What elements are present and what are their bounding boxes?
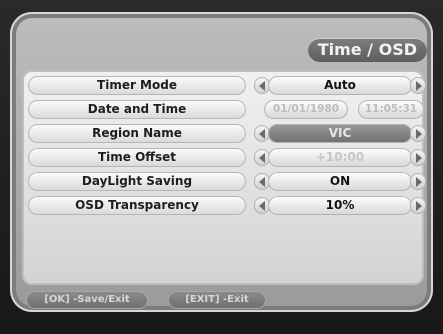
timer-mode-label: Timer Mode (28, 76, 246, 95)
osd-transparency-selector[interactable]: 10% (254, 196, 426, 215)
region-name-selector[interactable]: VIC (254, 124, 426, 143)
daylight-saving-label: DayLight Saving (28, 172, 246, 191)
time-offset-label: Time Offset (28, 148, 246, 167)
osd-transparency-label: OSD Transparency (28, 196, 246, 215)
region-name-row[interactable]: Region Name VIC (28, 124, 426, 143)
right-arrow-icon[interactable] (410, 77, 426, 94)
time-offset-value: +10:00 (268, 148, 412, 167)
region-name-label: Region Name (28, 124, 246, 143)
daylight-saving-value: ON (268, 172, 412, 191)
osd-transparency-row[interactable]: OSD Transparency 10% (28, 196, 426, 215)
daylight-saving-row[interactable]: DayLight Saving ON (28, 172, 426, 191)
right-arrow-icon[interactable] (410, 149, 426, 166)
exit-hint: [EXIT] -Exit (168, 291, 266, 309)
page-title: Time / OSD (307, 38, 427, 62)
daylight-saving-selector[interactable]: ON (254, 172, 426, 191)
timer-mode-row[interactable]: Timer Mode Auto (28, 76, 426, 95)
time-offset-row[interactable]: Time Offset +10:00 (28, 148, 426, 167)
timer-mode-value: Auto (268, 76, 412, 95)
date-time-split: 01/01/1980 11:05:31 (254, 100, 426, 119)
region-name-value: VIC (268, 124, 412, 143)
time-value: 11:05:31 (358, 100, 424, 119)
right-arrow-icon[interactable] (410, 197, 426, 214)
timer-mode-selector[interactable]: Auto (254, 76, 426, 95)
ok-save-exit-hint: [OK] -Save/Exit (26, 291, 148, 309)
osd-transparency-value: 10% (268, 196, 412, 215)
footer-hints: [OK] -Save/Exit [EXIT] -Exit (26, 291, 286, 309)
date-time-row[interactable]: Date and Time 01/01/1980 11:05:31 (28, 100, 426, 119)
date-time-label: Date and Time (28, 100, 246, 119)
date-time-values: 01/01/1980 11:05:31 (254, 100, 426, 119)
time-offset-selector[interactable]: +10:00 (254, 148, 426, 167)
right-arrow-icon[interactable] (410, 173, 426, 190)
tv-screen: Time / OSD Timer Mode Auto Date and Time… (0, 0, 443, 334)
right-arrow-icon[interactable] (410, 125, 426, 142)
date-value: 01/01/1980 (264, 100, 348, 119)
